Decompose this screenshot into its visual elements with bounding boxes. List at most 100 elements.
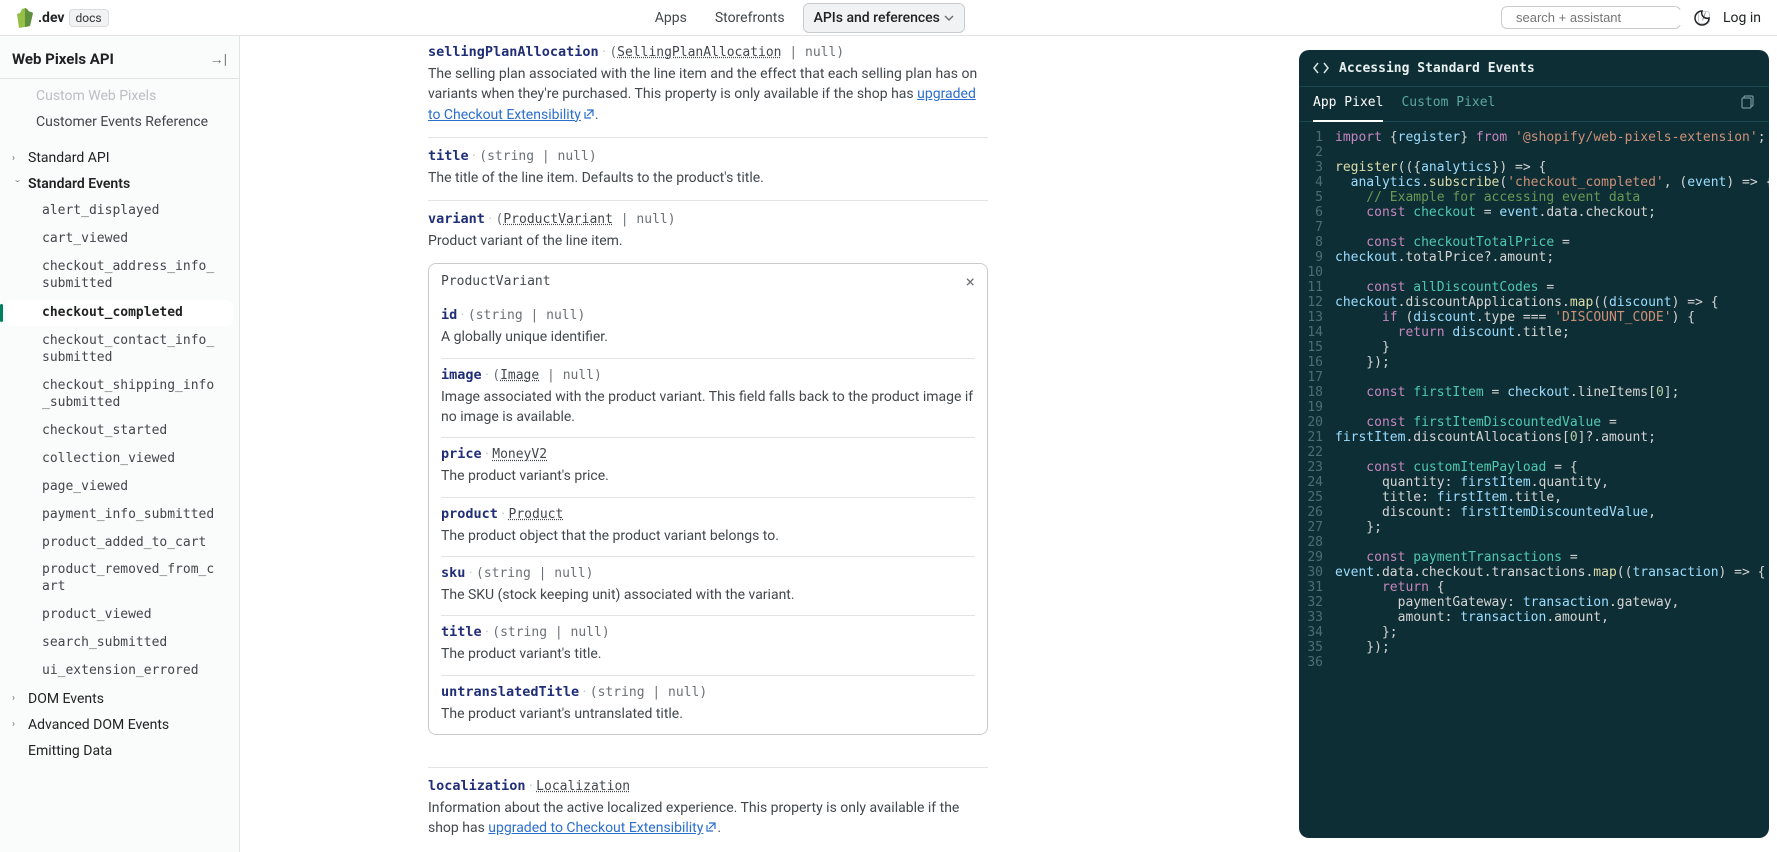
prop-type: (string | null) <box>476 566 593 581</box>
code-line: 14 return discount.title; <box>1299 325 1769 340</box>
sidebar-event-checkout_contact_info_submitted[interactable]: checkout_contact_info_submitted <box>6 328 233 372</box>
code-line: 3register(({analytics}) => { <box>1299 160 1769 175</box>
prop-name: untranslatedTitle <box>441 684 579 700</box>
prop-desc: The product object that the product vari… <box>441 526 975 546</box>
tab-custom-pixel[interactable]: Custom Pixel <box>1401 87 1495 121</box>
type-link[interactable]: ProductVariant <box>503 212 613 227</box>
prop-type: (ProductVariant | null) <box>496 212 676 227</box>
tab-app-pixel[interactable]: App Pixel <box>1313 87 1383 122</box>
prop-desc: Image associated with the product varian… <box>441 387 975 428</box>
code-line: 26 discount: firstItemDiscountedValue, <box>1299 505 1769 520</box>
code-line: 9checkout.totalPrice?.amount; <box>1299 250 1769 265</box>
nav-storefronts[interactable]: Storefronts <box>705 4 795 32</box>
prop-name: localization <box>428 778 526 794</box>
productvariant-card: ProductVariant × id · (string | null)A g… <box>428 263 988 734</box>
prop-desc: Product variant of the line item. <box>428 231 988 251</box>
sidebar-event-page_viewed[interactable]: page_viewed <box>6 474 233 501</box>
code-line: 33 amount: transaction.amount, <box>1299 610 1769 625</box>
external-link-icon <box>705 821 717 833</box>
sidebar-event-checkout_address_info_submitted[interactable]: checkout_address_info_submitted <box>6 254 233 298</box>
prop-type: (Image | null) <box>492 368 602 383</box>
nested-prop-id: id · (string | null)A globally unique id… <box>441 299 975 357</box>
code-line: 31 return { <box>1299 580 1769 595</box>
prop-type: MoneyV2 <box>492 447 547 462</box>
sidebar-item-adv-dom-events[interactable]: ›Advanced DOM Events <box>0 712 239 738</box>
prop-type: (string | null) <box>479 149 596 164</box>
prop-desc: The product variant's title. <box>441 644 975 664</box>
type-link[interactable]: SellingPlanAllocation <box>617 45 781 60</box>
type-link[interactable]: Localization <box>536 779 630 794</box>
prop-title: title · (string | null) The title of the… <box>428 137 988 200</box>
nav-apis[interactable]: APIs and references <box>803 3 965 33</box>
type-link[interactable]: Image <box>500 368 539 383</box>
code-header: Accessing Standard Events <box>1299 50 1769 87</box>
code-line: 18 const firstItem = checkout.lineItems[… <box>1299 385 1769 400</box>
nested-prop-title: title · (string | null)The product varia… <box>441 615 975 674</box>
topbar: .dev docs Apps Storefronts APIs and refe… <box>0 0 1777 36</box>
sidebar-item-standard-events[interactable]: ›Standard Events <box>0 171 239 197</box>
sidebar-collapse-icon[interactable]: →| <box>210 51 227 68</box>
sidebar-item-dom-events[interactable]: ›DOM Events <box>0 686 239 712</box>
sidebar-event-alert_displayed[interactable]: alert_displayed <box>6 198 233 225</box>
content-scroll[interactable]: sellingPlanAllocation · (SellingPlanAllo… <box>240 36 1299 852</box>
nested-prop-sku: sku · (string | null)The SKU (stock keep… <box>441 556 975 615</box>
brand-text: .dev <box>38 10 65 26</box>
sidebar-event-payment_info_submitted[interactable]: payment_info_submitted <box>6 502 233 529</box>
sidebar-event-cart_viewed[interactable]: cart_viewed <box>6 226 233 253</box>
sidebar-event-ui_extension_errored[interactable]: ui_extension_errored <box>6 658 233 685</box>
nav-apps[interactable]: Apps <box>645 4 697 32</box>
sidebar-item-custom-web-pixels[interactable]: Custom Web Pixels <box>0 83 239 109</box>
sidebar-title: Web Pixels API <box>12 50 114 68</box>
code-line: 1import {register} from '@shopify/web-pi… <box>1299 130 1769 145</box>
code-line: 28 <box>1299 535 1769 550</box>
prop-name: product <box>441 506 498 522</box>
type-link[interactable]: MoneyV2 <box>492 447 547 462</box>
prop-desc: The product variant's untranslated title… <box>441 704 975 724</box>
search-input[interactable] <box>1516 10 1692 25</box>
prop-type: (string | null) <box>468 308 585 323</box>
close-icon[interactable]: × <box>965 272 975 291</box>
sidebar-event-checkout_completed[interactable]: checkout_completed <box>6 300 233 327</box>
topbar-right: / Log in <box>1501 6 1761 29</box>
prop-desc: The selling plan associated with the lin… <box>428 64 988 125</box>
code-line: 8 const checkoutTotalPrice = <box>1299 235 1769 250</box>
code-line: 30event.data.checkout.transactions.map((… <box>1299 565 1769 580</box>
type-link[interactable]: Product <box>509 507 564 522</box>
prop-type: (string | null) <box>590 685 707 700</box>
nested-prop-untranslatedTitle: untranslatedTitle · (string | null)The p… <box>441 675 975 734</box>
prop-type: Product <box>509 507 564 522</box>
sidebar-item-standard-api[interactable]: ›Standard API <box>0 145 239 171</box>
code-line: 17 <box>1299 370 1769 385</box>
sidebar-item-customer-events-reference[interactable]: Customer Events Reference <box>0 109 239 135</box>
theme-toggle-icon[interactable] <box>1693 9 1711 27</box>
search-box[interactable]: / <box>1501 6 1681 29</box>
sidebar-event-search_submitted[interactable]: search_submitted <box>6 630 233 657</box>
code-tabs: App Pixel Custom Pixel <box>1299 87 1769 122</box>
code-line: 24 quantity: firstItem.quantity, <box>1299 475 1769 490</box>
code-title: Accessing Standard Events <box>1339 61 1535 76</box>
copy-icon[interactable] <box>1741 87 1755 121</box>
sidebar-event-checkout_shipping_info_submitted[interactable]: checkout_shipping_info_submitted <box>6 373 233 417</box>
code-body[interactable]: 1import {register} from '@shopify/web-pi… <box>1299 122 1769 838</box>
sidebar-item-emitting-data[interactable]: Emitting Data <box>0 738 239 764</box>
chevron-right-icon: › <box>12 719 22 730</box>
prop-desc: The title of the line item. Defaults to … <box>428 168 988 188</box>
code-line: 15 } <box>1299 340 1769 355</box>
sidebar-event-product_added_to_cart[interactable]: product_added_to_cart <box>6 530 233 557</box>
login-link[interactable]: Log in <box>1723 10 1761 26</box>
code-line: 5 // Example for accessing event data <box>1299 190 1769 205</box>
sidebar-event-product_viewed[interactable]: product_viewed <box>6 602 233 629</box>
code-line: 12checkout.discountApplications.map((dis… <box>1299 295 1769 310</box>
sidebar-scroll[interactable]: Custom Web Pixels Customer Events Refere… <box>0 79 239 852</box>
code-line: 35 }); <box>1299 640 1769 655</box>
brand[interactable]: .dev docs <box>16 8 109 28</box>
content: sellingPlanAllocation · (SellingPlanAllo… <box>428 44 988 850</box>
code-line: 21firstItem.discountAllocations[0]?.amou… <box>1299 430 1769 445</box>
docs-badge[interactable]: docs <box>69 9 109 27</box>
sidebar-event-checkout_started[interactable]: checkout_started <box>6 418 233 445</box>
sidebar-event-collection_viewed[interactable]: collection_viewed <box>6 446 233 473</box>
sidebar-header: Web Pixels API →| <box>0 36 239 79</box>
checkout-extensibility-link[interactable]: upgraded to Checkout Extensibility <box>488 820 717 836</box>
sidebar-event-product_removed_from_cart[interactable]: product_removed_from_cart <box>6 557 233 601</box>
sidebar: Web Pixels API →| Custom Web Pixels Cust… <box>0 36 240 852</box>
